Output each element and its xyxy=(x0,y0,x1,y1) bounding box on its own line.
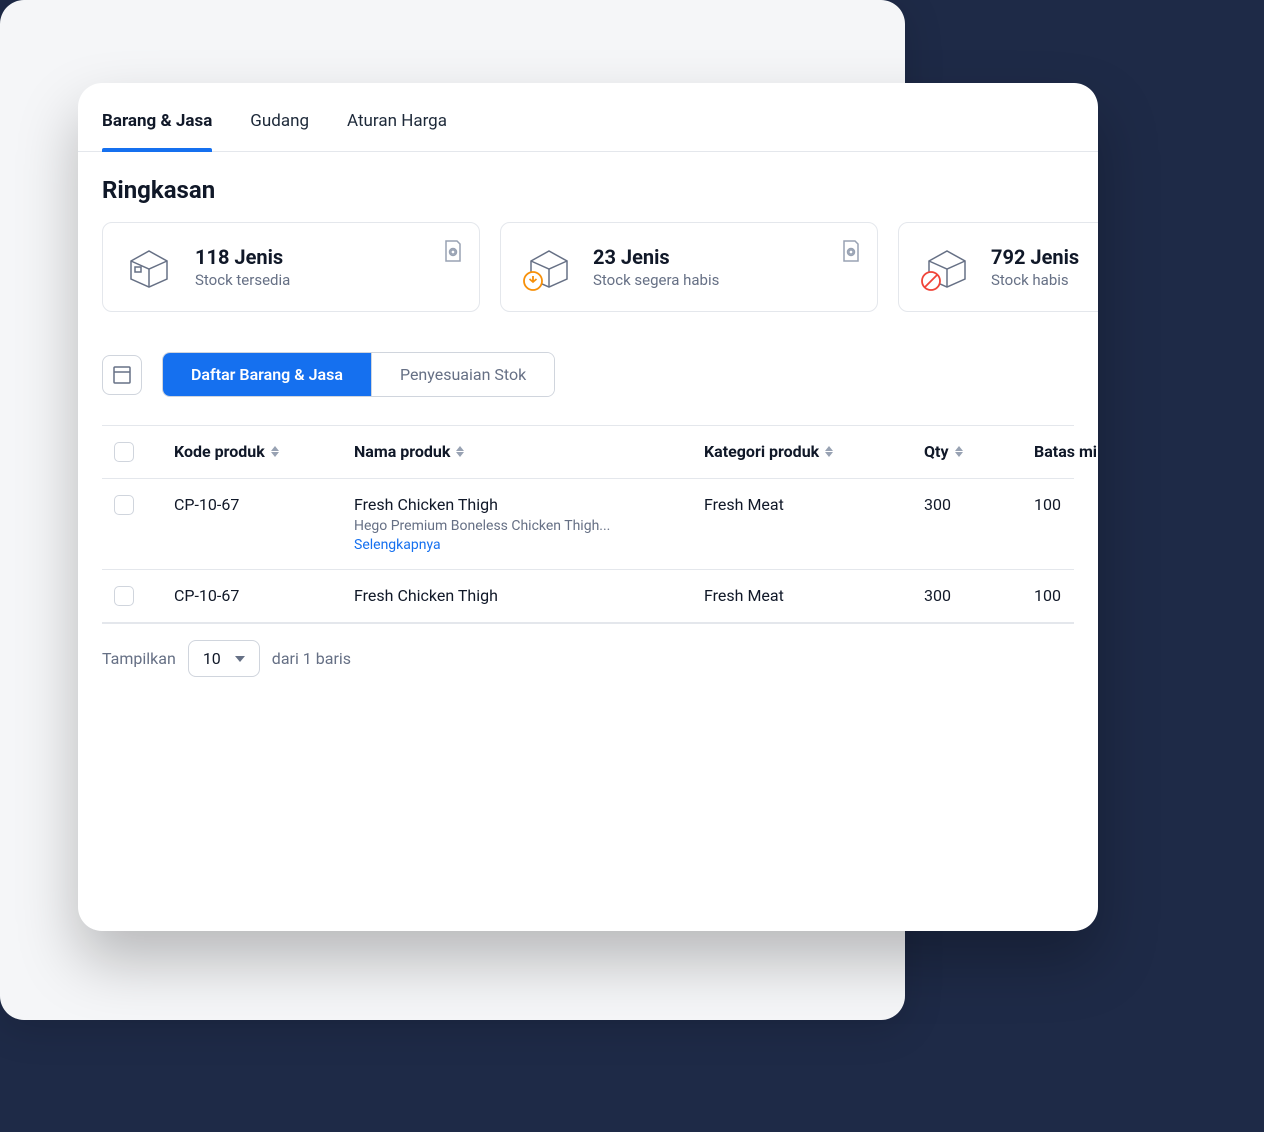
card-subtitle: Stock habis xyxy=(991,271,1079,289)
th-qty[interactable]: Qty xyxy=(924,442,1034,461)
cell-name: Fresh Chicken Thigh Hego Premium Boneles… xyxy=(354,495,704,553)
box-empty-icon xyxy=(921,243,969,291)
th-code[interactable]: Kode produk xyxy=(174,442,354,461)
sort-icon xyxy=(271,446,279,457)
table-row: CP-10-67 Fresh Chicken Thigh Hego Premiu… xyxy=(102,479,1074,570)
row-checkbox[interactable] xyxy=(114,495,134,515)
summary-card-low-stock[interactable]: 23 Jenis Stock segera habis xyxy=(500,222,878,312)
cell-name: Fresh Chicken Thigh xyxy=(354,586,704,605)
card-title: 118 Jenis xyxy=(195,245,290,269)
box-icon xyxy=(125,243,173,291)
cell-category: Fresh Meat xyxy=(704,586,924,605)
sort-icon xyxy=(456,446,464,457)
row-checkbox[interactable] xyxy=(114,586,134,606)
sort-icon xyxy=(825,446,833,457)
main-panel: Barang & Jasa Gudang Aturan Harga Ringka… xyxy=(78,83,1098,931)
card-title: 792 Jenis xyxy=(991,245,1079,269)
subtab-penyesuaian-stok[interactable]: Penyesuaian Stok xyxy=(371,353,554,396)
more-link[interactable]: Selengkapnya xyxy=(354,537,441,553)
main-tabs: Barang & Jasa Gudang Aturan Harga xyxy=(78,91,1098,152)
link-icon[interactable] xyxy=(443,239,463,267)
of-label: dari 1 baris xyxy=(272,649,351,668)
cell-category: Fresh Meat xyxy=(704,495,924,514)
summary-card-out-of-stock[interactable]: 792 Jenis Stock habis xyxy=(898,222,1098,312)
cell-code: CP-10-67 xyxy=(174,495,354,514)
pagination: Tampilkan 10 dari 1 baris xyxy=(102,624,1074,693)
cell-min-limit: 100 xyxy=(1034,586,1098,605)
content-area: Ringkasan 118 Jenis Stock tersedia xyxy=(78,152,1098,717)
box-warning-icon xyxy=(523,243,571,291)
cell-code: CP-10-67 xyxy=(174,586,354,605)
cell-min-limit: 100 xyxy=(1034,495,1098,514)
th-category[interactable]: Kategori produk xyxy=(704,442,924,461)
tab-aturan-harga[interactable]: Aturan Harga xyxy=(347,91,447,151)
card-subtitle: Stock tersedia xyxy=(195,271,290,289)
tab-barang-jasa[interactable]: Barang & Jasa xyxy=(102,91,212,151)
show-label: Tampilkan xyxy=(102,649,176,668)
sort-icon xyxy=(955,446,963,457)
layout-toggle-button[interactable] xyxy=(102,355,142,395)
summary-card-available[interactable]: 118 Jenis Stock tersedia xyxy=(102,222,480,312)
cell-qty: 300 xyxy=(924,586,1034,605)
select-all-checkbox[interactable] xyxy=(114,442,134,462)
th-min-limit[interactable]: Batas mi xyxy=(1034,442,1098,461)
th-name[interactable]: Nama produk xyxy=(354,442,704,461)
table-row: CP-10-67 Fresh Chicken Thigh Fresh Meat … xyxy=(102,570,1074,623)
subtab-daftar-barang[interactable]: Daftar Barang & Jasa xyxy=(163,353,371,396)
tab-gudang[interactable]: Gudang xyxy=(250,91,309,151)
chevron-down-icon xyxy=(235,656,245,662)
per-page-select[interactable]: 10 xyxy=(188,640,260,677)
card-title: 23 Jenis xyxy=(593,245,719,269)
subtabs-row: Daftar Barang & Jasa Penyesuaian Stok xyxy=(102,352,1074,397)
link-icon[interactable] xyxy=(841,239,861,267)
card-subtitle: Stock segera habis xyxy=(593,271,719,289)
summary-cards: 118 Jenis Stock tersedia xyxy=(102,222,1074,312)
product-table: Kode produk Nama produk Kategori produk … xyxy=(102,425,1074,624)
cell-qty: 300 xyxy=(924,495,1034,514)
table-header: Kode produk Nama produk Kategori produk … xyxy=(102,426,1074,479)
subtabs: Daftar Barang & Jasa Penyesuaian Stok xyxy=(162,352,555,397)
section-title: Ringkasan xyxy=(102,176,1074,204)
